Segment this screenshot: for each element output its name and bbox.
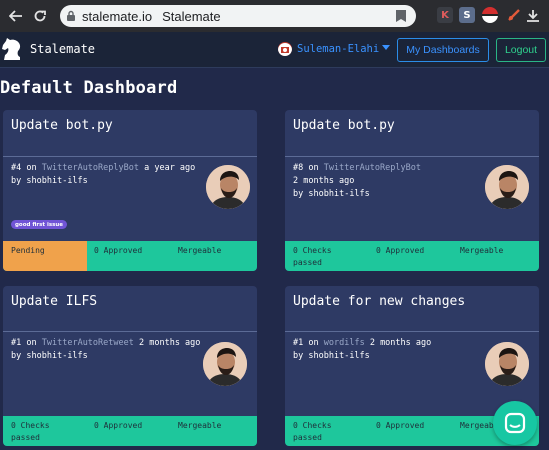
pr-age: 2 months ago bbox=[293, 176, 355, 186]
pr-number: #1 bbox=[293, 338, 304, 348]
author-avatar bbox=[485, 165, 529, 209]
card-divider bbox=[3, 156, 257, 157]
checks-status: 0 Checks passed bbox=[293, 246, 332, 267]
card-meta: #8 on TwitterAutoReplyBot 2 months ago b… bbox=[293, 163, 421, 199]
card-title[interactable]: Update bot.py bbox=[293, 118, 395, 133]
app-header: Stalemate Suleman-Elahi My Dashboards Lo… bbox=[0, 32, 549, 68]
card-divider bbox=[285, 331, 539, 332]
author-name: shobhit-ilfs bbox=[308, 351, 370, 361]
card-divider bbox=[3, 331, 257, 332]
checks-status: 0 Checks passed bbox=[293, 421, 332, 442]
card-divider bbox=[285, 156, 539, 157]
mergeable-status: Mergeable bbox=[178, 421, 222, 430]
knight-logo-icon[interactable] bbox=[0, 36, 24, 62]
approvals-status: 0 Approved bbox=[94, 421, 143, 430]
chat-icon bbox=[504, 412, 526, 434]
good-first-issue-badge[interactable]: good first issue bbox=[11, 220, 68, 229]
author-name: shobhit-ilfs bbox=[26, 176, 88, 186]
card-title[interactable]: Update for new changes bbox=[293, 294, 465, 309]
card-meta: #1 on wordilfs 2 months ago by shobhit-i… bbox=[293, 338, 432, 361]
author-name: shobhit-ilfs bbox=[26, 351, 88, 361]
s-extension-icon[interactable]: S bbox=[459, 7, 475, 23]
status-bar: 0 Checks passed 0 Approved Mergeable bbox=[3, 416, 257, 446]
bookmark-icon[interactable] bbox=[395, 9, 407, 26]
author-avatar bbox=[485, 342, 529, 386]
approvals-status: 0 Approved bbox=[376, 246, 425, 255]
pr-number: #8 bbox=[293, 163, 304, 173]
chat-launcher-button[interactable] bbox=[493, 401, 537, 445]
card-title[interactable]: Update ILFS bbox=[11, 294, 97, 309]
card-meta: #1 on TwitterAutoRetweet 2 months ago by… bbox=[11, 338, 201, 361]
download-icon[interactable] bbox=[520, 0, 546, 32]
tab-title: Stalemate bbox=[162, 8, 221, 24]
k-extension-icon[interactable]: K bbox=[437, 7, 453, 23]
approvals-status: 0 Approved bbox=[376, 421, 425, 430]
status-bar: 0 Checks passed 0 Approved Mergeable bbox=[285, 241, 539, 271]
repo-link[interactable]: TwitterAutoReplyBot bbox=[42, 163, 139, 173]
chevron-down-icon[interactable] bbox=[382, 45, 390, 50]
repo-link[interactable]: wordilfs bbox=[324, 338, 365, 348]
author-name: shobhit-ilfs bbox=[308, 189, 370, 199]
pr-card[interactable]: Update bot.py #8 on TwitterAutoReplyBot … bbox=[285, 110, 539, 271]
address-bar[interactable]: stalemate.io Stalemate bbox=[60, 5, 416, 27]
reload-icon[interactable] bbox=[27, 0, 53, 32]
author-avatar bbox=[206, 165, 250, 209]
username-link[interactable]: Suleman-Elahi bbox=[297, 43, 379, 55]
pr-card[interactable]: Update ILFS #1 on TwitterAutoRetweet 2 m… bbox=[3, 286, 257, 446]
my-dashboards-button[interactable]: My Dashboards bbox=[397, 38, 489, 62]
pr-number: #4 bbox=[11, 163, 22, 173]
checks-status: Pending bbox=[11, 246, 45, 255]
card-meta: #4 on TwitterAutoReplyBot a year ago by … bbox=[11, 163, 196, 186]
pr-age: a year ago bbox=[144, 163, 196, 173]
pr-age: 2 months ago bbox=[139, 338, 201, 348]
brand-name[interactable]: Stalemate bbox=[30, 42, 95, 56]
browser-toolbar: stalemate.io Stalemate KS bbox=[0, 0, 549, 32]
author-avatar bbox=[203, 342, 247, 386]
card-title[interactable]: Update bot.py bbox=[11, 118, 113, 133]
pr-age: 2 months ago bbox=[369, 338, 432, 348]
mergeable-status: Mergeable bbox=[460, 246, 504, 255]
url-text: stalemate.io bbox=[82, 8, 153, 24]
user-avatar[interactable] bbox=[278, 42, 292, 56]
repo-link[interactable]: TwitterAutoRetweet bbox=[42, 338, 134, 348]
back-arrow-icon[interactable] bbox=[3, 0, 29, 32]
pokeball-extension-icon[interactable] bbox=[482, 7, 498, 23]
logout-button[interactable]: Logout bbox=[496, 38, 546, 62]
lock-icon bbox=[60, 10, 82, 22]
approvals-status: 0 Approved bbox=[94, 246, 143, 255]
status-bar: Pending 0 Approved Mergeable bbox=[3, 241, 257, 271]
checks-status: 0 Checks passed bbox=[11, 421, 50, 442]
mergeable-status: Mergeable bbox=[178, 246, 222, 255]
repo-link[interactable]: TwitterAutoReplyBot bbox=[324, 163, 421, 173]
pr-number: #1 bbox=[11, 338, 22, 348]
pr-card[interactable]: Update bot.py #4 on TwitterAutoReplyBot … bbox=[3, 110, 257, 271]
page-title: Default Dashboard bbox=[0, 78, 178, 98]
